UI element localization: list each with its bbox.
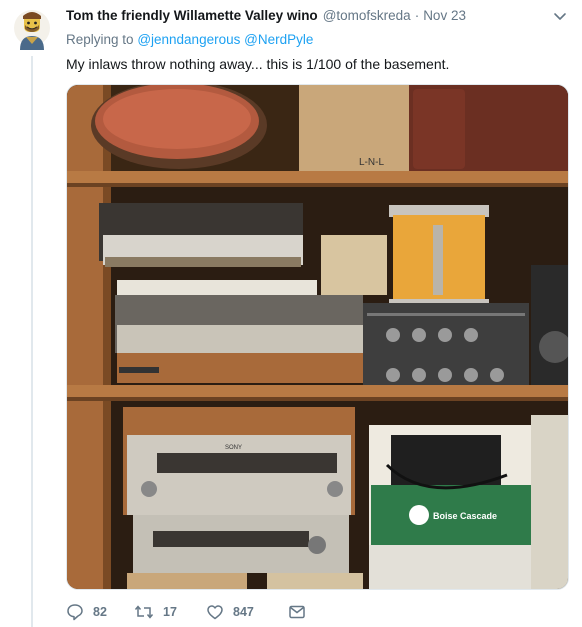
author-handle[interactable]: @tomofskreda xyxy=(323,8,411,23)
like-count: 847 xyxy=(233,605,254,619)
heart-icon xyxy=(206,603,224,621)
receiver-brand: SONY xyxy=(225,445,242,451)
direct-message-button[interactable] xyxy=(288,603,306,621)
mention-link[interactable]: @jenndangerous xyxy=(137,32,240,47)
tweet-actions: 82 17 847 xyxy=(66,603,306,621)
separator-dot: · xyxy=(414,8,420,23)
reply-count: 82 xyxy=(93,605,107,619)
envelope-icon xyxy=(288,603,306,621)
replying-prefix: Replying to xyxy=(66,32,134,47)
box-brand: Boise Cascade xyxy=(433,511,497,521)
tweet-date[interactable]: Nov 23 xyxy=(423,8,466,23)
avatar[interactable] xyxy=(12,6,52,52)
replying-to: Replying to @jenndangerous @NerdPyle xyxy=(66,32,313,47)
reply-button[interactable]: 82 xyxy=(66,603,134,621)
like-button[interactable]: 847 xyxy=(206,603,288,621)
reply-bubble-icon xyxy=(66,603,84,621)
retweet-button[interactable]: 17 xyxy=(134,603,206,621)
lego-minifigure-avatar-icon xyxy=(14,10,50,50)
chevron-down-icon[interactable] xyxy=(552,8,568,24)
box-label: L-N-L xyxy=(359,157,384,168)
tweet-text: My inlaws throw nothing away... this is … xyxy=(66,56,450,72)
retweet-count: 17 xyxy=(163,605,177,619)
retweet-icon xyxy=(134,603,154,621)
basement-shelves-image: L-N-L SONY Boise Cascade xyxy=(67,85,568,589)
mention-link[interactable]: @NerdPyle xyxy=(244,32,313,47)
thread-line xyxy=(31,56,33,627)
author-name[interactable]: Tom the friendly Willamette Valley wino xyxy=(66,8,318,23)
tweet-header: Tom the friendly Willamette Valley wino … xyxy=(66,8,568,28)
tweet-photo[interactable]: L-N-L SONY Boise Cascade xyxy=(66,84,569,590)
